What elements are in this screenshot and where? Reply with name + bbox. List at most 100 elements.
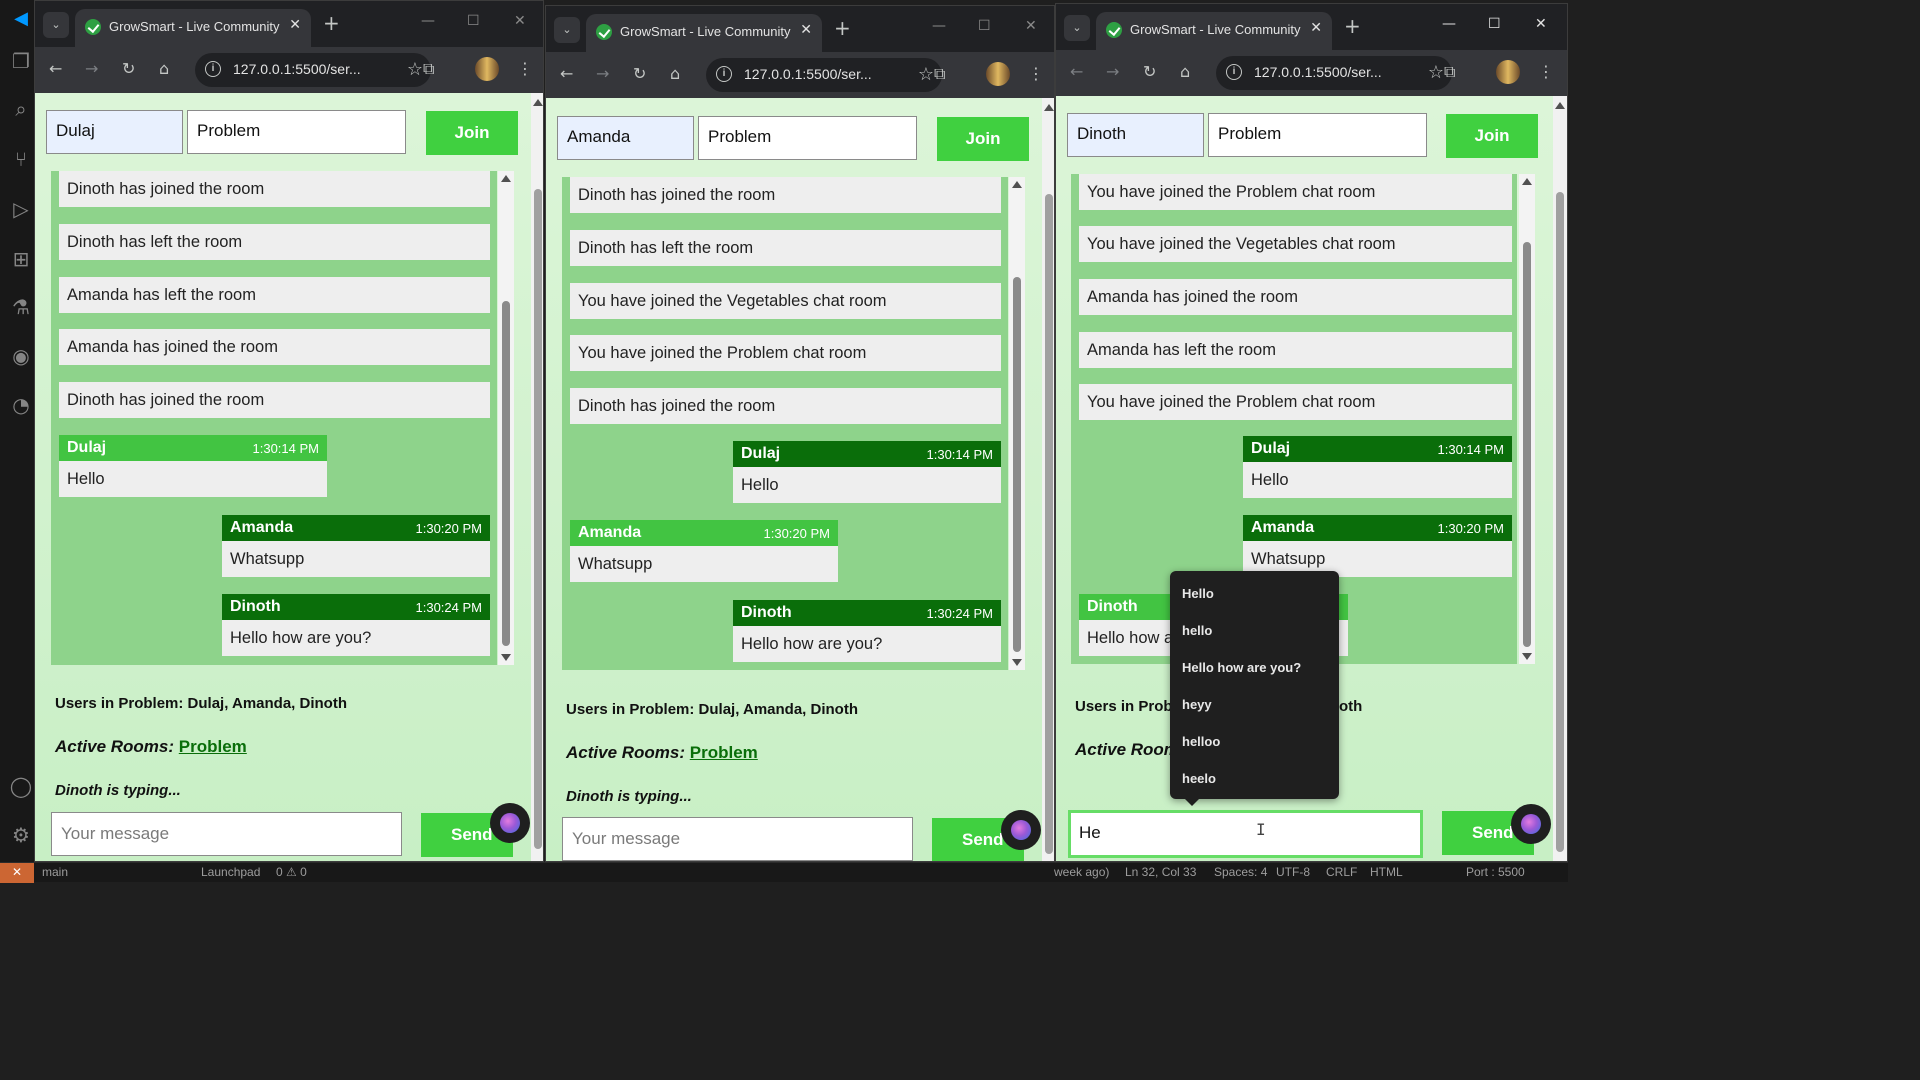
autocomplete-dropdown[interactable]: Hello hello Hello how are you? heyy hell… (1170, 571, 1339, 806)
account-icon[interactable]: ◯ (8, 773, 34, 799)
close-window-icon[interactable]: ✕ (1535, 16, 1547, 32)
reload-icon[interactable]: ↻ (633, 64, 646, 84)
source-control-icon[interactable]: ⑂ (8, 146, 34, 172)
home-icon[interactable]: ⌂ (670, 64, 680, 84)
room-input[interactable]: Problem (698, 116, 917, 160)
maximize-icon[interactable]: ☐ (978, 18, 991, 34)
forward-icon[interactable]: → (1106, 62, 1119, 82)
page-scroll-up-icon[interactable] (533, 99, 543, 106)
search-icon[interactable]: ⌕ (8, 96, 34, 122)
active-room-link[interactable]: Problem (690, 743, 758, 762)
room-input[interactable]: Problem (1208, 113, 1427, 157)
page-scroll-up-icon[interactable] (1044, 104, 1054, 111)
autocomplete-option[interactable]: hello (1182, 623, 1212, 638)
explorer-icon[interactable]: ❐ (8, 48, 34, 74)
problems-count[interactable]: 0 ⚠ 0 (276, 865, 307, 879)
home-icon[interactable]: ⌂ (1180, 62, 1190, 82)
bookmark-star-icon[interactable]: ☆ (1428, 62, 1444, 83)
room-input[interactable]: Problem (187, 110, 406, 154)
close-tab-icon[interactable]: ✕ (1310, 20, 1322, 36)
page-scrollbar[interactable] (1553, 96, 1567, 861)
back-icon[interactable]: ← (1070, 62, 1083, 82)
back-icon[interactable]: ← (49, 59, 62, 79)
new-tab-icon[interactable]: + (1344, 14, 1361, 38)
join-button[interactable]: Join (937, 117, 1029, 161)
close-tab-icon[interactable]: ✕ (289, 17, 301, 33)
profile-avatar[interactable] (1496, 60, 1520, 84)
profile-avatar[interactable] (475, 57, 499, 81)
extensions-icon[interactable]: ⊞ (8, 246, 34, 272)
scroll-down-icon[interactable] (1012, 659, 1022, 666)
browser-tab[interactable]: GrowSmart - Live Community C ✕ (1096, 12, 1332, 50)
forward-icon[interactable]: → (85, 59, 98, 79)
browser-tab[interactable]: GrowSmart - Live Community C ✕ (586, 14, 822, 52)
settings-gear-icon[interactable]: ⚙ (8, 822, 34, 848)
username-input[interactable]: Dulaj (46, 110, 183, 154)
site-info-icon[interactable]: i (205, 61, 221, 77)
home-icon[interactable]: ⌂ (159, 59, 169, 79)
chat-messages-box[interactable]: Dinoth has joined the room Dinoth has le… (51, 171, 497, 665)
close-window-icon[interactable]: ✕ (1025, 18, 1037, 34)
back-icon[interactable]: ← (560, 64, 573, 84)
message-input[interactable]: Your message (562, 817, 913, 861)
page-scrollbar[interactable] (531, 93, 543, 861)
timeline-icon[interactable]: ◔ (8, 392, 34, 418)
address-bar[interactable]: i 127.0.0.1:5500/ser... ☆ (1216, 56, 1452, 90)
forward-icon[interactable]: → (596, 64, 609, 84)
scroll-down-icon[interactable] (501, 654, 511, 661)
minimize-icon[interactable]: — (421, 13, 435, 29)
close-tab-icon[interactable]: ✕ (800, 22, 812, 38)
ai-assistant-fab[interactable] (490, 803, 530, 843)
username-input[interactable]: Amanda (557, 116, 694, 160)
page-scroll-thumb[interactable] (534, 189, 542, 849)
autocomplete-option[interactable]: Hello (1182, 586, 1214, 601)
browser-tab[interactable]: GrowSmart - Live Community C ✕ (75, 9, 311, 47)
tab-search-dropdown-icon[interactable]: ⌄ (554, 17, 580, 43)
page-scroll-up-icon[interactable] (1555, 102, 1565, 109)
scroll-thumb[interactable] (502, 301, 510, 646)
encoding[interactable]: UTF-8 (1276, 865, 1310, 879)
tab-search-dropdown-icon[interactable]: ⌄ (43, 12, 69, 38)
reload-icon[interactable]: ↻ (122, 59, 135, 79)
run-debug-icon[interactable]: ▷ (8, 196, 34, 222)
scroll-thumb[interactable] (1523, 242, 1531, 647)
new-tab-icon[interactable]: + (323, 11, 340, 35)
language-mode[interactable]: HTML (1370, 865, 1403, 879)
browser-menu-icon[interactable]: ⋮ (1538, 62, 1554, 82)
chat-messages-box[interactable]: Dinoth has joined the room Dinoth has le… (562, 177, 1008, 670)
scroll-up-icon[interactable] (1522, 178, 1532, 185)
bookmark-star-icon[interactable]: ☆ (407, 59, 423, 80)
tab-search-dropdown-icon[interactable]: ⌄ (1064, 15, 1090, 41)
profile-avatar[interactable] (986, 62, 1010, 86)
ai-assistant-fab[interactable] (1511, 804, 1551, 844)
join-button[interactable]: Join (426, 111, 518, 155)
scroll-up-icon[interactable] (501, 175, 511, 182)
maximize-icon[interactable]: ☐ (1488, 16, 1501, 32)
reload-icon[interactable]: ↻ (1143, 62, 1156, 82)
autocomplete-option[interactable]: heelo (1182, 771, 1216, 786)
site-info-icon[interactable]: i (1226, 64, 1242, 80)
scroll-thumb[interactable] (1013, 277, 1021, 652)
github-icon[interactable]: ◉ (8, 343, 34, 369)
live-server-port[interactable]: Port : 5500 (1466, 865, 1525, 879)
chat-scrollbar[interactable] (498, 171, 514, 665)
scroll-up-icon[interactable] (1012, 181, 1022, 188)
browser-menu-icon[interactable]: ⋮ (517, 59, 533, 79)
extensions-puzzle-icon[interactable]: ⧉ (1444, 62, 1455, 82)
join-button[interactable]: Join (1446, 114, 1538, 158)
extensions-puzzle-icon[interactable]: ⧉ (934, 64, 945, 84)
autocomplete-option[interactable]: Hello how are you? (1182, 660, 1301, 675)
ai-assistant-fab[interactable] (1001, 810, 1041, 850)
new-tab-icon[interactable]: + (834, 16, 851, 40)
scroll-down-icon[interactable] (1522, 653, 1532, 660)
git-blame-ago[interactable]: week ago) (1054, 865, 1109, 879)
bookmark-star-icon[interactable]: ☆ (918, 64, 934, 85)
username-input[interactable]: Dinoth (1067, 113, 1204, 157)
minimize-icon[interactable]: — (1442, 16, 1456, 32)
address-bar[interactable]: i 127.0.0.1:5500/ser... ☆ (706, 58, 942, 92)
page-scroll-thumb[interactable] (1556, 192, 1564, 852)
page-scrollbar[interactable] (1042, 98, 1054, 861)
minimize-icon[interactable]: — (932, 18, 946, 34)
branch-name[interactable]: main (42, 865, 68, 879)
message-input[interactable]: Your message (51, 812, 402, 856)
